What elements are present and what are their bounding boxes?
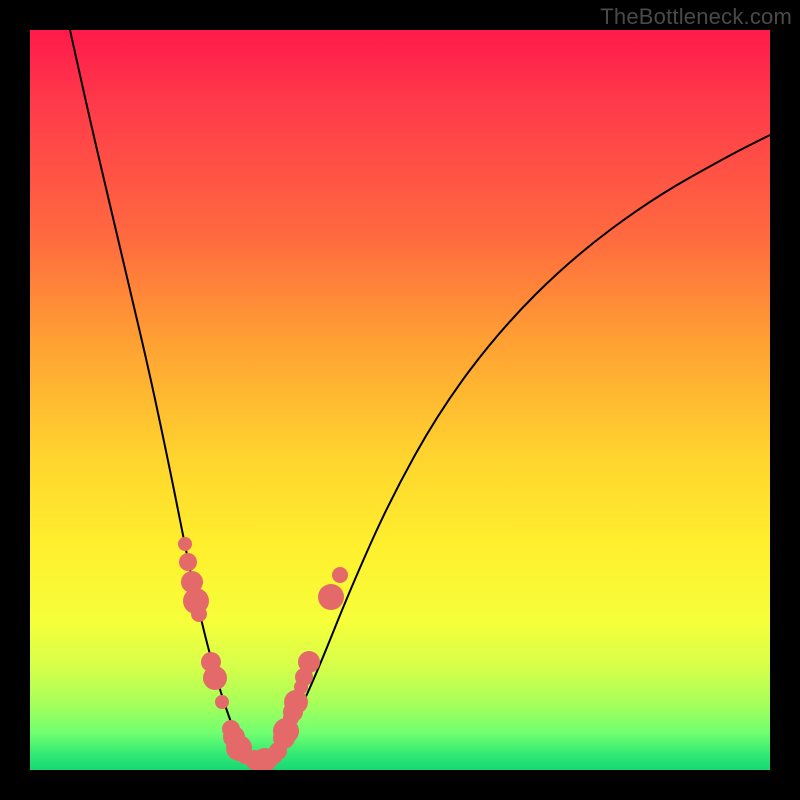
data-dot (298, 651, 320, 673)
data-dot (178, 537, 192, 551)
data-dot (332, 567, 348, 583)
data-dot (179, 553, 197, 571)
chart-frame: TheBottleneck.com (0, 0, 800, 800)
data-dot (284, 690, 308, 714)
data-dot (191, 606, 207, 622)
watermark-text: TheBottleneck.com (600, 4, 792, 30)
chart-svg (30, 30, 770, 770)
data-dot (318, 584, 344, 610)
data-dot (215, 695, 229, 709)
plot-area (30, 30, 770, 770)
data-dot (203, 666, 227, 690)
data-dots (178, 537, 348, 770)
left-curve (70, 30, 250, 760)
right-curve (275, 135, 770, 760)
